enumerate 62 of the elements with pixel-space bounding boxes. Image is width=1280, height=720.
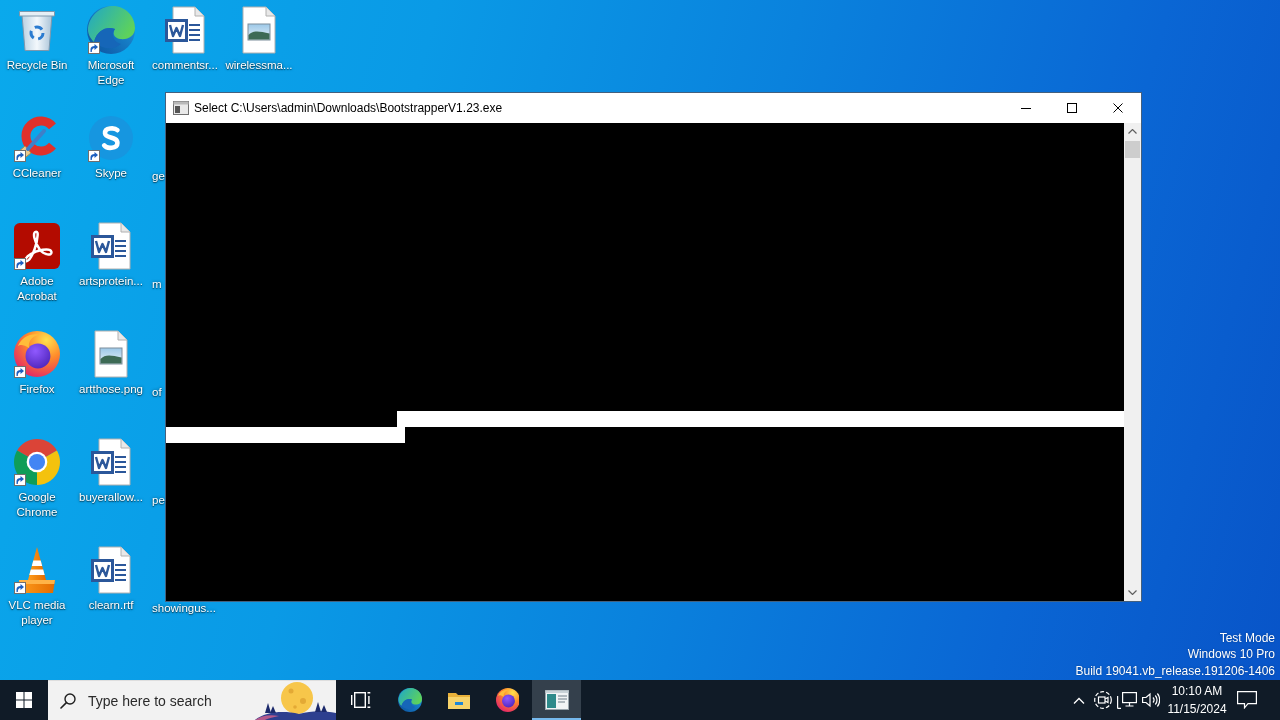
desktop-item[interactable]: clearn.rtf (74, 540, 148, 613)
task-view-icon (350, 692, 371, 708)
window-title: Select C:\Users\admin\Downloads\BootstrapperV1.23.exe (194, 101, 503, 115)
maximize-icon (1067, 103, 1077, 113)
desktop-item[interactable]: of (152, 385, 162, 399)
desktop-item[interactable]: artthose.png (74, 324, 148, 397)
chrome-logo-icon (14, 439, 60, 485)
search-field[interactable]: Type here to search (88, 690, 255, 711)
network-icon[interactable] (1117, 691, 1137, 709)
skype-logo-icon (89, 116, 133, 160)
clock-time[interactable]: 10:10 AM (1171, 682, 1223, 700)
desktop-item[interactable]: Google Chrome (0, 432, 74, 520)
system-info-text: Test Mode (1219, 629, 1275, 646)
edge-logo-icon (397, 688, 422, 712)
word-document-icon (91, 546, 131, 594)
camera-icon[interactable] (1094, 691, 1112, 709)
desktop-item[interactable]: wirelessma... (222, 0, 296, 73)
traffic-cone-icon (17, 546, 57, 594)
desktop-item[interactable]: Recycle Bin (0, 0, 74, 73)
system-info-text: Build 19041.vb_release.191206-1406 (1075, 662, 1275, 679)
search-icon (60, 692, 76, 709)
desktop-item[interactable]: buyerallow... (74, 432, 148, 505)
moon-landscape-icon (255, 681, 336, 720)
windows-logo-icon (16, 692, 32, 708)
caret-up-icon (1128, 129, 1137, 134)
desktop-item[interactable]: VLC media player (0, 540, 74, 628)
desktop-item[interactable]: ge (152, 169, 165, 183)
speech-bubble-icon[interactable] (1237, 691, 1257, 709)
close-icon (1113, 103, 1123, 113)
desktop-item[interactable]: CCleaner (0, 108, 74, 181)
desktop-item[interactable]: Microsoft Edge (74, 0, 148, 88)
recycle-bin-icon (19, 9, 55, 51)
word-document-icon (165, 6, 205, 54)
clock-date[interactable]: 11/15/2024 (1167, 700, 1227, 718)
scrollbar-thumb[interactable] (1125, 141, 1140, 158)
taskbar-button[interactable] (532, 680, 581, 720)
desktop-item[interactable]: Firefox (0, 324, 74, 397)
scrollbar[interactable] (1124, 123, 1141, 601)
speaker-icon[interactable] (1142, 692, 1160, 708)
firefox-logo-icon (14, 331, 60, 377)
search-box[interactable]: Type here to search (48, 680, 336, 720)
console-window-icon (544, 690, 569, 710)
desktop-item[interactable]: commentsr... (148, 0, 222, 73)
image-file-icon (94, 330, 128, 378)
window-icon (173, 101, 189, 115)
word-document-icon (91, 438, 131, 486)
desktop-item[interactable]: pe (152, 493, 165, 507)
chevron-up-icon[interactable] (1073, 696, 1085, 704)
system-info-text: Windows 10 Pro (1187, 646, 1275, 663)
desktop-item[interactable]: showingus... (152, 601, 216, 615)
image-file-icon (242, 6, 276, 54)
word-document-icon (91, 222, 131, 270)
firefox-logo-icon (495, 688, 520, 712)
desktop-item[interactable]: Adobe Acrobat (0, 216, 74, 304)
acrobat-logo-icon (14, 223, 60, 269)
desktop-item[interactable]: artsprotein... (74, 216, 148, 289)
edge-logo-icon (87, 6, 135, 54)
minimize-icon (1021, 107, 1031, 109)
caret-down-icon (1128, 590, 1137, 595)
desktop-item[interactable]: m (152, 277, 162, 291)
desktop-item[interactable]: Skype (74, 108, 148, 181)
folder-icon (446, 690, 471, 710)
